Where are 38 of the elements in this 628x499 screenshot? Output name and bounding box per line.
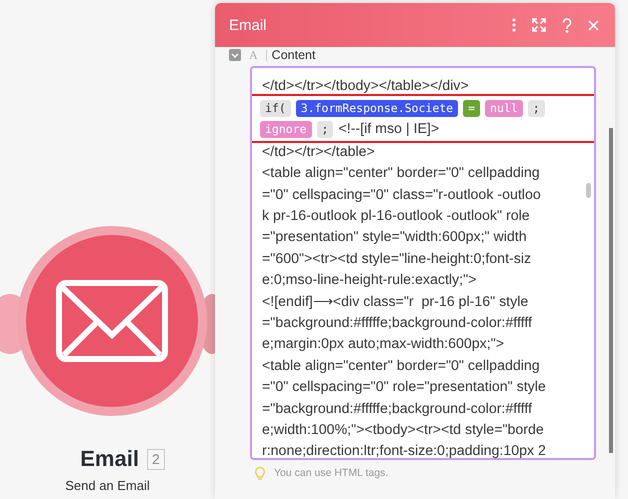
formula-chip[interactable]: ; — [528, 100, 545, 117]
formula-chip[interactable]: = — [463, 100, 480, 117]
lightbulb-icon — [255, 466, 265, 480]
field-type-letter: A — [249, 48, 258, 62]
code-line: <table align="center" border="0" cellpadding — [262, 165, 540, 182]
code-line: ="presentation" style="width:600px;" width — [262, 229, 527, 246]
code-line: e;width:100%;"><tbody><tr><td style="borde — [262, 422, 544, 438]
formula-chip[interactable]: 3.formResponse.Societe — [296, 100, 458, 117]
module-title: Email — [80, 446, 139, 472]
close-icon[interactable] — [588, 20, 599, 30]
code-line: <![endif]⟶<div class="r pr-16 pl-16" style — [262, 293, 528, 310]
code-line: ="background:#fffffe;background-color:#fffff — [262, 314, 532, 331]
scrollbar-thumb[interactable] — [586, 183, 591, 198]
hint-text: You can use HTML tags. — [274, 467, 388, 479]
code-line: r:none;direction:ltr;font-size:0;padding:10px 2 — [262, 443, 546, 458]
code-line: <table align="center" border="0" cellpadding — [262, 358, 540, 374]
code-line: e:0;mso-line-height-rule:exactly;"> — [262, 272, 476, 288]
code-line: ="600"><tr><td style="line-height:0;font-siz — [262, 250, 532, 267]
panel-scrollbar-thumb[interactable] — [609, 128, 613, 453]
panel-title: Email — [229, 16, 267, 34]
code-line: </td></tr></tbody></table></div> — [262, 78, 469, 94]
more-icon[interactable] — [512, 18, 516, 32]
formula-chip[interactable]: ; — [316, 120, 334, 138]
code-editor-field[interactable] — [250, 66, 596, 460]
code-line: <!--[if mso | IE]> — [338, 121, 440, 138]
code-line: k pr-16-outlook pl-16-outlook -outlook" role — [262, 208, 530, 224]
formula-chip[interactable]: if( — [260, 100, 291, 117]
code-line: ="0" cellspacing="0" role="presentation" style — [262, 379, 546, 396]
code-line: </td></tr></table> — [262, 144, 375, 160]
code-line: ="0" cellspacing="0" class="r-outlook -outloo — [262, 186, 541, 203]
help-icon[interactable] — [562, 18, 572, 32]
field-label: Content — [272, 48, 316, 62]
module-subtitle: Send an Email — [65, 478, 150, 493]
expand-icon[interactable] — [532, 18, 546, 32]
collapse-toggle-icon[interactable] — [229, 49, 241, 61]
code-line: ="background:#fffffe;background-color:#fffff — [262, 400, 532, 417]
module-count-badge: 2 — [146, 448, 165, 470]
code-line: e;margin:0px auto;max-width:600px;"> — [262, 336, 504, 352]
